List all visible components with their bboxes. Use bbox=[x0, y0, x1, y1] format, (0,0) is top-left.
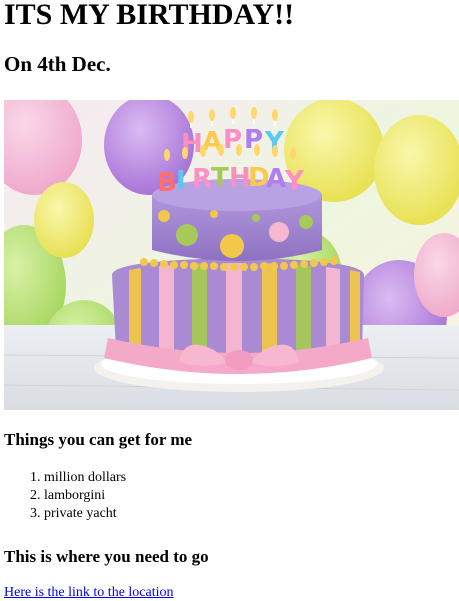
birthday-cake-image: H A P P Y B I R T H D A Y bbox=[4, 100, 459, 410]
gifts-section-title: Things you can get for me bbox=[4, 430, 193, 449]
svg-text:R: R bbox=[192, 164, 212, 194]
svg-text:B: B bbox=[157, 168, 177, 198]
location-link[interactable]: Here is the link to the location bbox=[4, 585, 174, 601]
location-section-title: This is where you need to go bbox=[4, 547, 209, 566]
svg-text:T: T bbox=[211, 163, 229, 193]
list-item: private yacht bbox=[44, 505, 459, 523]
svg-text:A: A bbox=[266, 164, 286, 194]
svg-text:I: I bbox=[176, 166, 186, 196]
list-item: lamborgini bbox=[44, 487, 459, 505]
date-subtitle: On 4th Dec. bbox=[4, 52, 111, 76]
page: ITS MY BIRTHDAY!! On 4th Dec. H A P P Y … bbox=[0, 0, 459, 601]
svg-text:P: P bbox=[244, 125, 263, 155]
gift-list: million dollars lamborgini private yacht bbox=[4, 469, 459, 523]
svg-text:Y: Y bbox=[284, 166, 305, 196]
list-item: million dollars bbox=[44, 469, 459, 487]
page-title: ITS MY BIRTHDAY!! bbox=[4, 0, 295, 31]
